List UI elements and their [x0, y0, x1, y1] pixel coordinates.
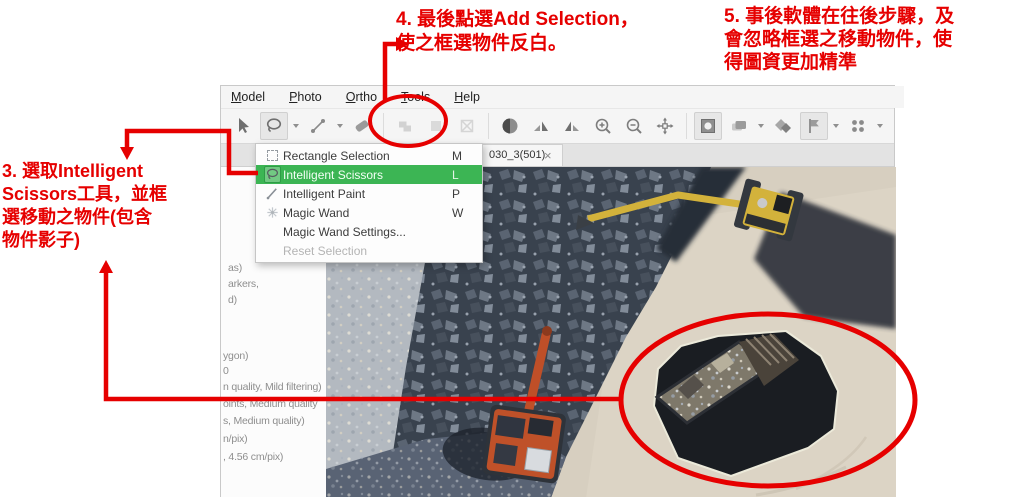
add-selection-button[interactable]	[391, 112, 419, 140]
tree-item-fragment[interactable]: ygon)	[223, 350, 248, 362]
rotate-cw-icon	[534, 121, 548, 131]
menu-photo[interactable]: Photo	[289, 90, 322, 104]
select-arrow-button[interactable]	[229, 112, 257, 140]
annotation-note-5: 5. 事後軟體在往後步驟，及 會忽略框選之移動物件，使 得圖資更加精準	[724, 6, 955, 73]
menu-item-reset-selection[interactable]: Reset Selection	[256, 241, 482, 260]
zoom-out-icon	[626, 118, 642, 134]
toolbar-separator	[383, 113, 384, 139]
zoom-in-icon	[595, 118, 611, 134]
selection-dropdown-menu: Rectangle Selection M Intelligent Scisso…	[255, 143, 483, 263]
tree-item-fragment[interactable]: arkers,	[228, 278, 259, 290]
tab-close-icon[interactable]: ×	[544, 148, 552, 163]
annotation-note-3: 3. 選取Intelligent Scissors工具，並框 選移動之物件(包含…	[2, 161, 168, 250]
rotate-ccw-icon	[565, 121, 579, 131]
flag-button[interactable]	[800, 112, 828, 140]
menu-item-magic-wand[interactable]: Magic Wand W	[256, 203, 482, 222]
tree-item-fragment[interactable]: 0	[223, 365, 229, 377]
zoom-in-button[interactable]	[589, 112, 617, 140]
contrast-icon	[502, 118, 518, 134]
arrowhead-down-icon	[120, 147, 134, 160]
subtract-selection-button[interactable]	[422, 112, 450, 140]
rotate-ccw-button[interactable]	[558, 112, 586, 140]
lasso-icon	[266, 168, 278, 180]
pan-icon	[656, 117, 674, 135]
tree-item-fragment[interactable]: n quality, Mild filtering)	[223, 381, 322, 393]
add-selection-icon	[399, 121, 411, 132]
menu-help[interactable]: Help	[454, 90, 480, 104]
tree-item-fragment[interactable]: d)	[228, 294, 237, 306]
flag-icon	[809, 119, 819, 133]
menu-item-rectangle-selection[interactable]: Rectangle Selection M	[256, 146, 482, 165]
rotate-cw-button[interactable]	[527, 112, 555, 140]
subtract-selection-icon	[431, 121, 441, 131]
tree-item-fragment[interactable]: n/pix)	[223, 433, 248, 445]
tree-item-fragment[interactable]: oints, Medium quality	[223, 398, 318, 410]
menu-item-intelligent-scissors[interactable]: Intelligent Scissors L	[256, 165, 482, 184]
chevron-down-icon[interactable]	[293, 124, 299, 128]
chevron-down-icon[interactable]	[758, 124, 764, 128]
points-button[interactable]	[844, 112, 872, 140]
menu-item-magic-wand-settings[interactable]: Magic Wand Settings...	[256, 222, 482, 241]
magic-wand-icon	[266, 207, 278, 218]
rectangle-selection-icon	[266, 150, 278, 161]
menu-bar: Model Photo Ortho Tools Help	[221, 86, 904, 108]
select-arrow-icon	[239, 118, 249, 133]
invert-selection-button[interactable]	[453, 112, 481, 140]
lasso-selection-icon	[266, 118, 282, 133]
ruler-icon	[311, 119, 325, 133]
arrowhead-up-icon	[99, 260, 113, 273]
lasso-selection-button[interactable]	[260, 112, 288, 140]
menu-model[interactable]: Model	[231, 90, 265, 104]
eraser-icon	[355, 120, 369, 132]
pan-button[interactable]	[651, 112, 679, 140]
toolbar	[221, 108, 894, 144]
paint-icon	[266, 188, 277, 200]
photos-icon	[775, 119, 791, 133]
zoom-out-button[interactable]	[620, 112, 648, 140]
menu-item-intelligent-paint[interactable]: Intelligent Paint P	[256, 184, 482, 203]
tree-item-fragment[interactable]: as)	[228, 262, 242, 274]
layers-icon	[732, 121, 746, 131]
eraser-button[interactable]	[348, 112, 376, 140]
chevron-down-icon[interactable]	[833, 124, 839, 128]
mask-button[interactable]	[694, 112, 722, 140]
tree-item-fragment[interactable]: , 4.56 cm/pix)	[223, 451, 283, 463]
menu-ortho[interactable]: Ortho	[346, 90, 377, 104]
annotation-note-4: 4. 最後點選Add Selection， 使之框選物件反白。	[396, 9, 639, 54]
ruler-button[interactable]	[304, 112, 332, 140]
chevron-down-icon[interactable]	[877, 124, 883, 128]
screenshot-canvas: Model Photo Ortho Tools Help 030_3(501) …	[0, 0, 1024, 497]
toolbar-separator	[686, 113, 687, 139]
layers-button[interactable]	[725, 112, 753, 140]
invert-selection-icon	[460, 119, 474, 133]
tree-item-fragment[interactable]: s, Medium quality)	[223, 415, 305, 427]
chevron-down-icon[interactable]	[337, 124, 343, 128]
document-tab-label: 030_3(501)	[489, 149, 546, 161]
menu-tools[interactable]: Tools	[401, 90, 430, 104]
photos-button[interactable]	[769, 112, 797, 140]
points-icon	[852, 120, 864, 132]
toolbar-separator	[488, 113, 489, 139]
mask-icon	[701, 119, 715, 133]
contrast-button[interactable]	[496, 112, 524, 140]
